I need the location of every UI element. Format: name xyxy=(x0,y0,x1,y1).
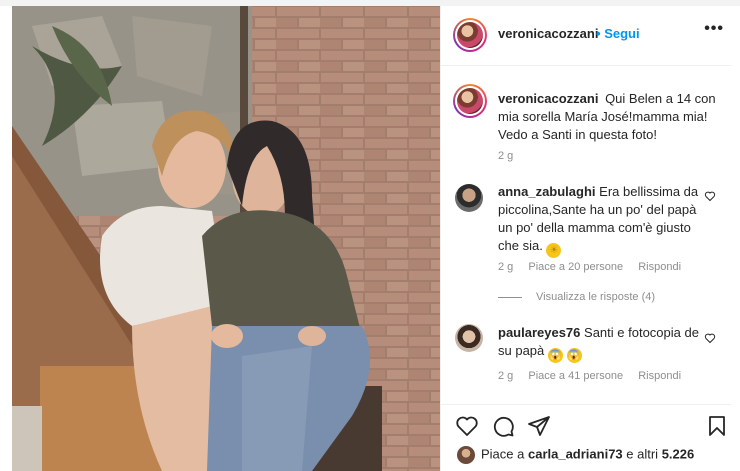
likes-suffix: e altri xyxy=(622,446,662,462)
header-divider xyxy=(441,65,731,66)
likes-prefix: Piace a xyxy=(481,446,528,462)
post-photo[interactable] xyxy=(12,6,440,471)
likes-count[interactable]: 5.226 xyxy=(662,446,695,461)
comment-time[interactable]: 2 g xyxy=(498,370,513,382)
comment-like-heart-icon[interactable] xyxy=(704,190,716,202)
post-side-panel: veronicacozzani • Segui ••• veronicacozz… xyxy=(440,6,731,471)
reply-button[interactable]: Rispondi xyxy=(638,370,681,382)
comment-like-heart-icon[interactable] xyxy=(704,332,716,344)
comment-username[interactable]: anna_zabulaghi xyxy=(498,184,596,199)
caption-avatar[interactable] xyxy=(453,84,487,118)
like-heart-icon[interactable] xyxy=(455,414,479,438)
action-bar xyxy=(455,414,731,440)
more-options-icon[interactable]: ••• xyxy=(704,20,724,38)
comment-time[interactable]: 2 g xyxy=(498,261,513,273)
scream-emoji-icon: 😱 xyxy=(566,348,582,363)
comment-avatar[interactable] xyxy=(455,324,483,352)
reply-button[interactable]: Rispondi xyxy=(638,261,681,273)
author-avatar[interactable] xyxy=(453,18,487,52)
save-bookmark-icon[interactable] xyxy=(705,414,729,438)
caption-username[interactable]: veronicacozzani xyxy=(498,91,598,106)
scream-emoji-icon: 😱 xyxy=(547,348,563,363)
caption-time[interactable]: 2 g xyxy=(498,150,513,162)
author-username[interactable]: veronicacozzani xyxy=(498,26,598,41)
post-caption: veronicacozzani Qui Belen a 14 con mia s… xyxy=(498,90,726,144)
comment-username[interactable]: paulareyes76 xyxy=(498,325,580,340)
actions-divider xyxy=(441,404,731,405)
comment-likes[interactable]: Piace a 41 persone xyxy=(528,370,623,382)
comment-likes[interactable]: Piace a 20 persone xyxy=(528,261,623,273)
likes-summary: Piace a carla_adriani73 e altri 5.226 xyxy=(457,446,694,464)
separator-dot: • xyxy=(596,26,601,41)
sun-emoji-icon: ☀ xyxy=(546,243,562,258)
comment-bubble-icon[interactable] xyxy=(491,414,515,438)
comment-2: paulareyes76 Santi e fotocopia de su pap… xyxy=(498,324,703,363)
replies-line xyxy=(498,296,522,298)
view-replies-button[interactable]: Visualizza le risposte (4) xyxy=(498,291,655,303)
comment-2-meta: 2 g Piace a 41 persone Rispondi xyxy=(498,370,693,382)
view-replies-label: Visualizza le risposte (4) xyxy=(536,291,656,303)
comment-1-meta: 2 g Piace a 20 persone Rispondi xyxy=(498,261,693,273)
comment-avatar[interactable] xyxy=(455,184,483,212)
share-send-icon[interactable] xyxy=(527,414,551,438)
liker-username[interactable]: carla_adriani73 xyxy=(528,446,623,461)
liker-avatar[interactable] xyxy=(457,446,475,464)
follow-label: Segui xyxy=(604,26,640,41)
follow-link[interactable]: • Segui xyxy=(596,26,640,41)
comment-1: anna_zabulaghi Era bellissima da piccoli… xyxy=(498,183,703,258)
